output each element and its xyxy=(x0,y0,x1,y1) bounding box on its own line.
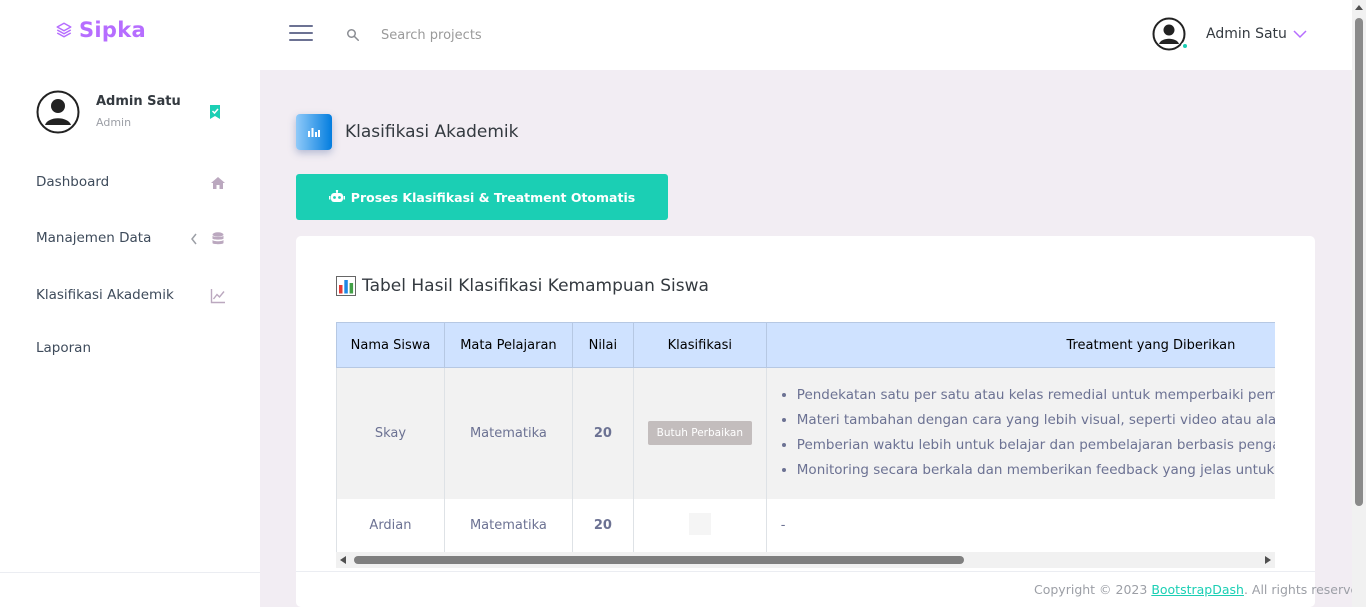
sidebar-item-klasifikasi-akademik[interactable]: Klasifikasi Akademik xyxy=(36,284,226,308)
search-input[interactable] xyxy=(372,22,672,48)
sidebar-item-label: Dashboard xyxy=(36,174,110,190)
horizontal-scrollbar[interactable] xyxy=(336,552,1275,568)
empty-badge xyxy=(688,512,711,535)
cell-nama: Ardian xyxy=(336,498,445,552)
robot-icon xyxy=(328,190,345,202)
column-header: Nama Siswa xyxy=(336,322,445,368)
cell-klasifikasi: Butuh Perbaikan xyxy=(632,367,767,499)
column-header: Mata Pelajaran xyxy=(443,322,573,368)
page-title: Klasifikasi Akademik xyxy=(345,122,519,142)
cell-mapel: Matematika xyxy=(443,367,573,499)
chevron-left-icon xyxy=(191,233,197,245)
sidebar-divider xyxy=(0,572,260,573)
footer-divider xyxy=(296,571,1315,572)
nav-profile-name: Admin Satu xyxy=(1206,26,1287,42)
cell-nama: Skay xyxy=(336,367,445,499)
scroll-right-arrow-icon[interactable] xyxy=(1265,556,1271,564)
status-badge: Butuh Perbaikan xyxy=(647,421,752,446)
table-header-row: Nama Siswa Mata Pelajaran Nilai Klasifik… xyxy=(336,322,1275,368)
list-item: Pendekatan satu per satu atau kelas reme… xyxy=(797,383,1275,408)
avatar xyxy=(36,90,80,134)
footer-link[interactable]: BootstrapDash xyxy=(1151,582,1244,597)
profile-name: Admin Satu xyxy=(96,94,181,109)
list-item: Monitoring secara berkala dan memberikan… xyxy=(797,458,1275,483)
page-header: Klasifikasi Akademik xyxy=(296,114,519,150)
avatar xyxy=(1152,17,1189,51)
footer: Copyright © 2023 BootstrapDash. All righ… xyxy=(1034,582,1366,597)
home-icon xyxy=(211,177,225,189)
chart-line-icon xyxy=(210,289,225,304)
sidebar-profile[interactable]: Admin Satu Admin xyxy=(36,90,236,135)
hamburger-icon xyxy=(289,25,313,27)
footer-copyright: Copyright © 2023 xyxy=(1034,582,1152,597)
bookmark-check-icon xyxy=(210,105,220,119)
brand-logo[interactable]: Sipka xyxy=(55,18,146,42)
layers-icon xyxy=(56,22,72,38)
cell-klasifikasi xyxy=(632,498,767,552)
table-scroll-container[interactable]: Nama Siswa Mata Pelajaran Nilai Klasifik… xyxy=(336,322,1275,552)
cell-mapel: Matematika xyxy=(443,498,573,552)
list-item: Materi tambahan dengan cara yang lebih v… xyxy=(797,408,1275,433)
classification-table: Nama Siswa Mata Pelajaran Nilai Klasifik… xyxy=(336,322,1275,552)
database-icon xyxy=(212,232,224,245)
search-icon xyxy=(347,29,359,41)
sidebar-item-manajemen-data[interactable]: Manajemen Data xyxy=(36,227,226,251)
cell-treatment: Pendekatan satu per satu atau kelas reme… xyxy=(765,367,1275,499)
sidebar-item-label: Klasifikasi Akademik xyxy=(36,287,174,303)
table-row: Skay Matematika 20 Butuh Perbaikan Pende… xyxy=(336,367,1275,499)
column-header: Nilai xyxy=(571,322,634,368)
chart-bar-icon xyxy=(296,114,332,150)
profile-role: Admin xyxy=(96,116,132,129)
sidebar-item-laporan[interactable]: Laporan xyxy=(36,337,226,361)
process-classification-button[interactable]: Proses Klasifikasi & Treatment Otomatis xyxy=(296,174,668,220)
window-scrollbar[interactable] xyxy=(1352,0,1366,607)
bar-chart-emoji-icon xyxy=(336,276,356,296)
sidebar-item-label: Manajemen Data xyxy=(36,230,152,246)
column-header: Treatment yang Diberikan xyxy=(765,322,1275,368)
sidebar-item-dashboard[interactable]: Dashboard xyxy=(36,171,226,195)
chevron-down-icon xyxy=(1293,30,1307,39)
sidebar-item-label: Laporan xyxy=(36,340,92,356)
process-button-label: Proses Klasifikasi & Treatment Otomatis xyxy=(350,189,636,205)
scroll-up-arrow-icon[interactable] xyxy=(1355,5,1363,10)
card-title: Tabel Hasil Klasifikasi Kemampuan Siswa xyxy=(336,276,709,296)
cell-treatment: - xyxy=(765,498,1275,552)
brand-name: Sipka xyxy=(79,18,146,42)
card-title-text: Tabel Hasil Klasifikasi Kemampuan Siswa xyxy=(362,276,709,296)
list-item: Pemberian waktu lebih untuk belajar dan … xyxy=(797,433,1275,458)
online-status-dot xyxy=(1181,42,1189,50)
table-row: Ardian Matematika 20 - xyxy=(336,498,1275,552)
brand: Sipka xyxy=(0,0,260,70)
scroll-thumb[interactable] xyxy=(1355,18,1363,506)
footer-suffix: . All rights reserved. xyxy=(1243,582,1366,597)
menu-toggle-button[interactable] xyxy=(289,25,313,45)
cell-nilai: 20 xyxy=(571,498,634,552)
column-header: Klasifikasi xyxy=(632,322,767,368)
cell-nilai: 20 xyxy=(571,367,634,499)
scroll-thumb[interactable] xyxy=(354,556,964,564)
top-navbar: Sipka Admin Satu xyxy=(0,0,1352,70)
results-card: Tabel Hasil Klasifikasi Kemampuan Siswa … xyxy=(296,236,1315,607)
sidebar: Admin Satu Admin Dashboard Manajemen Dat… xyxy=(0,70,260,607)
scroll-left-arrow-icon[interactable] xyxy=(340,556,346,564)
treatment-list: Pendekatan satu per satu atau kelas reme… xyxy=(781,383,1275,483)
nav-profile-dropdown[interactable]: Admin Satu xyxy=(1152,17,1307,51)
